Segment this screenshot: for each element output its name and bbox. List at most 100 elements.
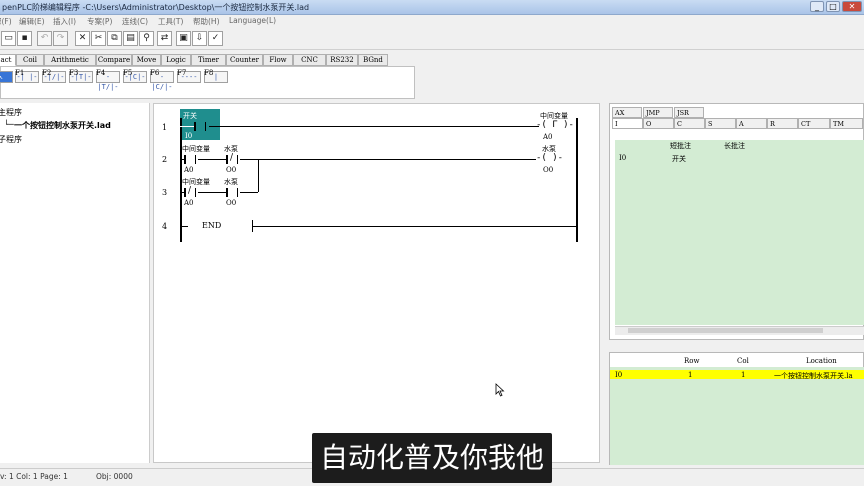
fk-f3[interactable]: F3 -|T|- bbox=[69, 69, 93, 83]
menu-help[interactable]: 帮助(H) bbox=[193, 16, 220, 27]
tab-compare[interactable]: Compare bbox=[96, 54, 132, 66]
tree-sub-program[interactable]: 子程序 bbox=[0, 134, 22, 145]
tree-connector: └─ bbox=[4, 120, 14, 129]
paste-icon[interactable]: ▤ bbox=[123, 31, 138, 46]
pointer-icon: ↖ bbox=[0, 71, 13, 83]
tab-a[interactable]: A bbox=[736, 118, 767, 129]
header-long-comment: 长批注 bbox=[724, 142, 745, 150]
tab-move[interactable]: Move bbox=[132, 54, 161, 66]
fk-f4[interactable]: F4 -|T/|- bbox=[96, 69, 120, 91]
maximize-button[interactable]: □ bbox=[826, 1, 840, 12]
cut-icon[interactable]: ✂ bbox=[91, 31, 106, 46]
delete-icon[interactable]: ✕ bbox=[75, 31, 90, 46]
close-button[interactable]: ✕ bbox=[842, 1, 862, 12]
r2-no-contact[interactable] bbox=[182, 155, 198, 164]
r3-c1-name: 中间变量 bbox=[182, 178, 210, 186]
replace-icon[interactable]: ⇄ bbox=[157, 31, 172, 46]
verify-icon[interactable]: ✓ bbox=[208, 31, 223, 46]
download-icon[interactable]: ⇩ bbox=[192, 31, 207, 46]
menu-project[interactable]: 专案(P) bbox=[87, 16, 112, 27]
menu-tools[interactable]: 工具(T) bbox=[158, 16, 183, 27]
mouse-cursor-icon bbox=[495, 383, 505, 397]
tab-tm[interactable]: TM bbox=[830, 118, 863, 129]
tab-i[interactable]: I bbox=[612, 118, 643, 129]
symbol-row-addr[interactable]: I0 bbox=[619, 154, 626, 162]
redo-icon[interactable]: ↷ bbox=[53, 31, 68, 46]
menu-insert[interactable]: 插入(I) bbox=[53, 16, 76, 27]
tab-rs232[interactable]: RS232 bbox=[326, 54, 358, 66]
tab-flow[interactable]: Flow bbox=[263, 54, 293, 66]
xref-grid bbox=[610, 367, 864, 465]
tab-timer[interactable]: Timer bbox=[191, 54, 226, 66]
r2-nc-slash: / bbox=[230, 153, 234, 163]
r1-coil-addr: A0 bbox=[543, 133, 553, 141]
tree-main-program[interactable]: 主程序 bbox=[0, 107, 22, 118]
r2-wire-c bbox=[240, 159, 536, 160]
symbol-grid bbox=[615, 140, 864, 325]
undo-icon[interactable]: ↶ bbox=[37, 31, 52, 46]
r4-end: END bbox=[202, 221, 222, 230]
tab-logic[interactable]: Logic bbox=[161, 54, 191, 66]
function-key-palette: ↖ F1 -| |- F2 -|/|- F3 -|T|- F4 -|T/|- F5 -|C… bbox=[0, 66, 415, 99]
fk-f1[interactable]: F1 -| |- bbox=[15, 69, 39, 83]
r1-no-contact[interactable] bbox=[192, 122, 208, 131]
tab-ax[interactable]: AX bbox=[612, 107, 642, 118]
fk-f2[interactable]: F2 -|/|- bbox=[42, 69, 66, 83]
menu-connect[interactable]: 连线(C) bbox=[122, 16, 148, 27]
tab-bgnd[interactable]: BGnd bbox=[358, 54, 388, 66]
ladder-editor[interactable]: 1 2 3 4 开关 I0 中间变量 -( Г )- A0 中间变量 水泵 / … bbox=[153, 103, 600, 463]
menu-language[interactable]: Language(L) bbox=[229, 16, 276, 25]
rung-number: 4 bbox=[162, 222, 168, 231]
minimize-button[interactable]: _ bbox=[810, 1, 824, 12]
r3-branch-line bbox=[258, 159, 259, 192]
status-position: v: 1 Col: 1 Page: 1 bbox=[0, 472, 68, 481]
tab-s[interactable]: S bbox=[705, 118, 736, 129]
r3-nc-slash: / bbox=[188, 186, 192, 196]
video-subtitle: 自动化普及你我他 bbox=[312, 433, 552, 483]
fk-f8[interactable]: F8 | bbox=[204, 69, 228, 83]
tree-file[interactable]: 一个按钮控制水泵开关.lad bbox=[14, 120, 111, 131]
scrollbar-thumb[interactable] bbox=[628, 328, 823, 333]
fk-f5[interactable]: F5 -|C|- bbox=[123, 69, 147, 83]
menu-edit[interactable]: 编辑(E) bbox=[19, 16, 45, 27]
fk-f7[interactable]: F7 ---- bbox=[177, 69, 201, 83]
rung-number: 3 bbox=[162, 188, 168, 197]
r1-coil[interactable]: -( Г )- bbox=[536, 120, 574, 130]
tab-arithmetic[interactable]: Arithmetic bbox=[44, 54, 96, 66]
r4-wire bbox=[180, 226, 188, 227]
tab-counter[interactable]: Counter bbox=[226, 54, 263, 66]
r3-c2-addr: O0 bbox=[226, 199, 237, 207]
xref-addr: I0 bbox=[615, 371, 623, 379]
tab-cnc[interactable]: CNC bbox=[293, 54, 326, 66]
tab-jmp[interactable]: JMP bbox=[643, 107, 673, 118]
menu-file[interactable]: 帮(F) bbox=[0, 16, 12, 27]
compile-icon[interactable]: ▣ bbox=[176, 31, 191, 46]
tab-o[interactable]: O bbox=[643, 118, 674, 129]
xref-location: 一个按钮控制水泵开关.la bbox=[774, 372, 853, 380]
fk-select[interactable]: ↖ bbox=[0, 69, 13, 83]
open-icon[interactable]: ▭ bbox=[1, 31, 16, 46]
tab-jsr[interactable]: JSR bbox=[674, 107, 704, 118]
tab-r[interactable]: R bbox=[767, 118, 798, 129]
find-icon[interactable]: ⚲ bbox=[139, 31, 154, 46]
tab-contact[interactable]: act bbox=[0, 54, 16, 66]
tab-ct[interactable]: CT bbox=[798, 118, 830, 129]
r2-c1-name: 中间变量 bbox=[182, 145, 210, 153]
r1-contact-addr: I0 bbox=[185, 132, 193, 140]
r4-end-wire bbox=[252, 226, 576, 227]
rung-number: 1 bbox=[162, 123, 168, 132]
header-short-comment: 短批注 bbox=[670, 142, 691, 150]
r2-coil[interactable]: -( )- bbox=[536, 153, 563, 163]
header-row: Row bbox=[684, 357, 700, 365]
window-controls: _ □ ✕ bbox=[810, 1, 862, 12]
r1-wire bbox=[209, 126, 539, 127]
copy-icon[interactable]: ⧉ bbox=[107, 31, 122, 46]
window-title: penPLC阶梯编辑程序 -C:\Users\Administrator\Des… bbox=[2, 3, 310, 12]
r3-no-contact[interactable] bbox=[224, 188, 240, 197]
rung-number: 2 bbox=[162, 155, 168, 164]
tab-c[interactable]: C bbox=[674, 118, 705, 129]
tab-coil[interactable]: Coil bbox=[16, 54, 44, 66]
symbol-row-short[interactable]: 开关 bbox=[672, 154, 686, 164]
fk-f6[interactable]: F6 -|C/|- bbox=[150, 69, 174, 91]
save-icon[interactable]: ▪ bbox=[17, 31, 32, 46]
